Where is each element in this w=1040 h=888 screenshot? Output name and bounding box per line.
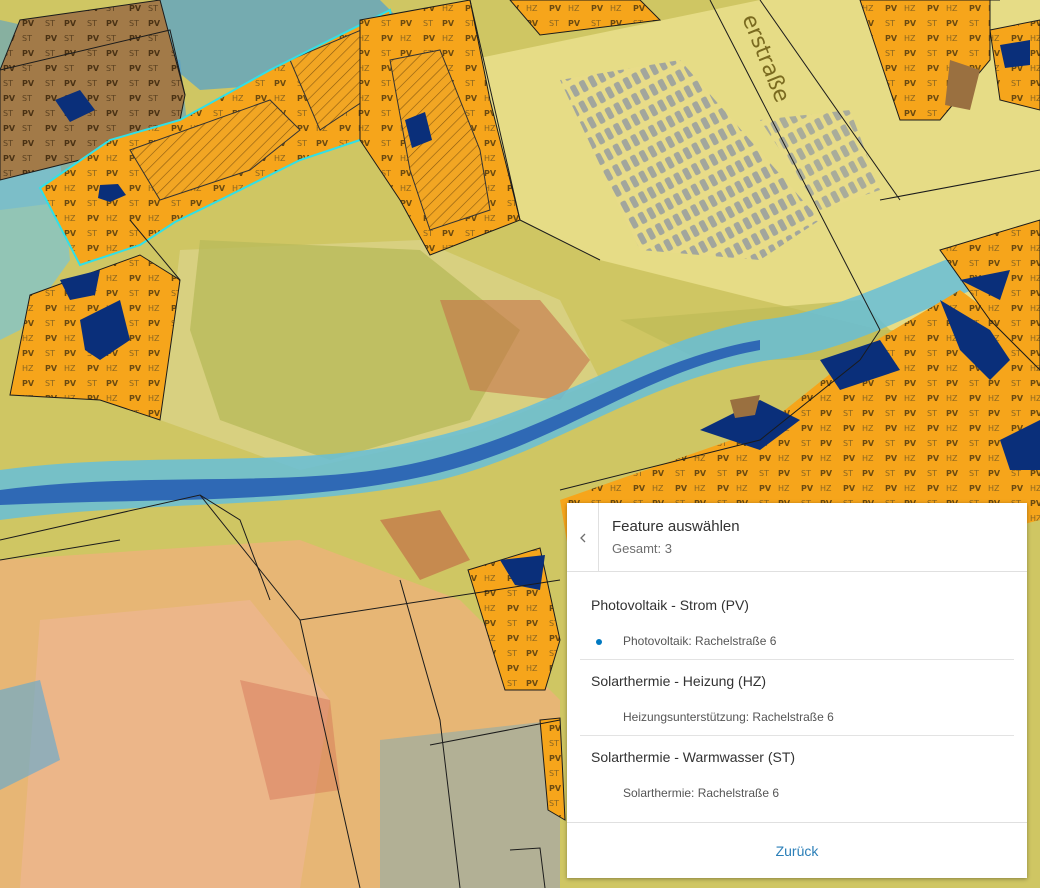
feature-count: Gesamt: 3 bbox=[612, 541, 672, 556]
zurueck-button[interactable]: Zurück bbox=[776, 843, 819, 859]
popup-footer: Zurück bbox=[567, 822, 1027, 878]
back-button[interactable] bbox=[567, 503, 599, 572]
layer-group-title: Photovoltaik - Strom (PV) bbox=[591, 597, 749, 613]
layer-group-title: Solarthermie - Heizung (HZ) bbox=[591, 673, 767, 689]
popup-header: Feature auswählen Gesamt: 3 bbox=[567, 503, 1027, 572]
feature-selection-popup: Feature auswählen Gesamt: 3 Photovoltaik… bbox=[567, 503, 1027, 878]
layer-group-hz: Solarthermie - Heizung (HZ) Heizungsunte… bbox=[580, 660, 1014, 736]
feature-list: Photovoltaik - Strom (PV) Photovoltaik: … bbox=[580, 584, 1014, 811]
layer-group-st: Solarthermie - Warmwasser (ST) Solarther… bbox=[580, 736, 1014, 811]
layer-group-pv: Photovoltaik - Strom (PV) Photovoltaik: … bbox=[580, 584, 1014, 660]
popup-title: Feature auswählen bbox=[612, 518, 740, 535]
feature-item-label: Photovoltaik: Rachelstraße 6 bbox=[623, 634, 777, 648]
selected-dot-icon bbox=[596, 639, 602, 645]
layer-group-title: Solarthermie - Warmwasser (ST) bbox=[591, 749, 796, 765]
feature-item-pv[interactable]: Photovoltaik: Rachelstraße 6 bbox=[580, 625, 1014, 659]
feature-item-label: Heizungsunterstützung: Rachelstraße 6 bbox=[623, 710, 834, 724]
feature-item-st[interactable]: Solarthermie: Rachelstraße 6 bbox=[580, 777, 1014, 811]
feature-item-hz[interactable]: Heizungsunterstützung: Rachelstraße 6 bbox=[580, 701, 1014, 735]
feature-item-label: Solarthermie: Rachelstraße 6 bbox=[623, 786, 780, 800]
chevron-left-icon bbox=[579, 533, 585, 542]
